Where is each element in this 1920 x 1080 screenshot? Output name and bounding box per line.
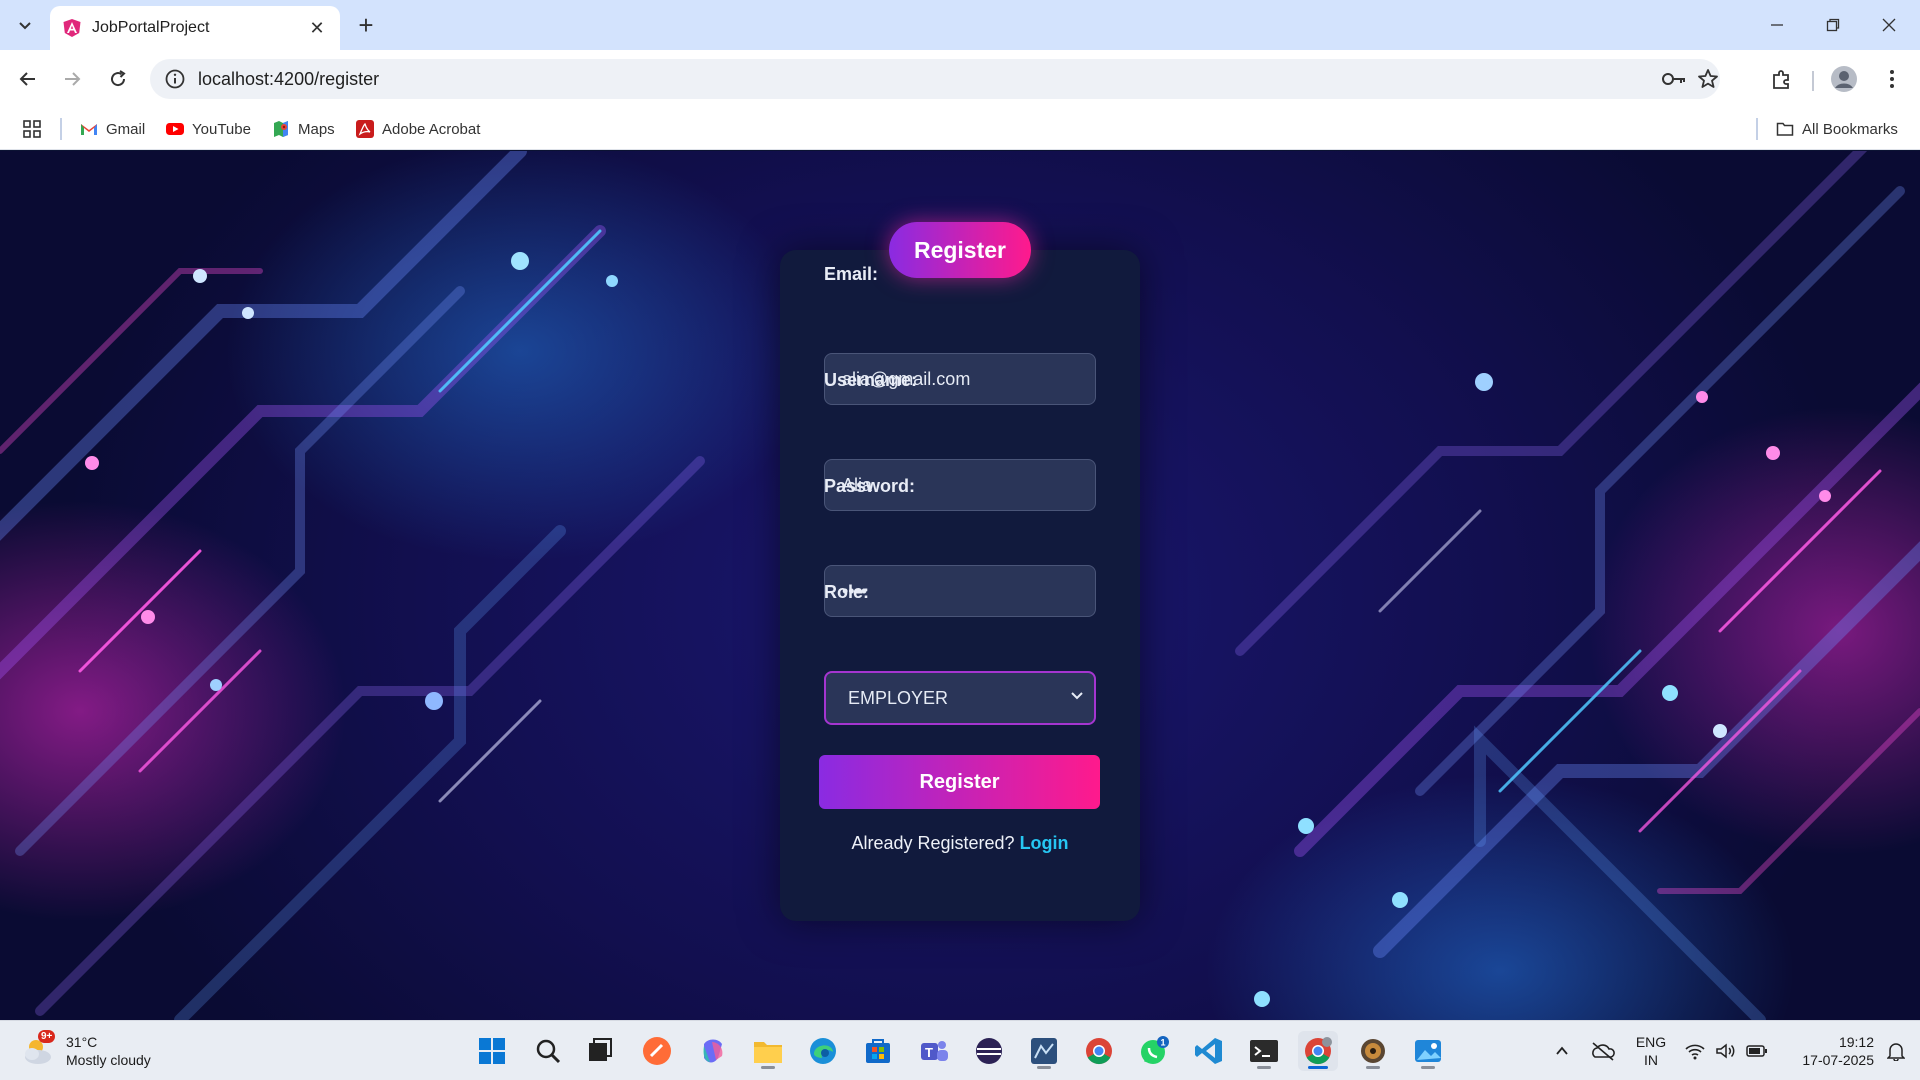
cloudy-weather-icon: 9+ [20, 1030, 56, 1069]
running-indicator [1257, 1066, 1271, 1069]
all-bookmarks-label: All Bookmarks [1802, 120, 1898, 138]
tab-close-icon[interactable]: ✕ [306, 17, 328, 39]
weather-widget[interactable]: 9+ 31°C Mostly cloudy [20, 1029, 180, 1073]
password-key-icon[interactable] [1656, 59, 1692, 99]
bookmark-label: YouTube [192, 120, 251, 138]
bookmark-star-icon[interactable] [1690, 59, 1726, 99]
tab-title: JobPortalProject [92, 19, 210, 36]
new-tab-plus-icon[interactable]: + [352, 10, 380, 40]
teams-icon[interactable]: T [914, 1031, 954, 1071]
youtube-icon [166, 123, 184, 135]
onedrive-offline-icon[interactable] [1588, 1039, 1618, 1063]
chrome-icon[interactable] [1079, 1031, 1119, 1071]
volume-icon[interactable] [1714, 1039, 1738, 1063]
chrome-active-icon[interactable] [1298, 1031, 1338, 1071]
terminal-icon[interactable] [1244, 1031, 1284, 1071]
bookmark-label: Gmail [106, 120, 146, 138]
bookmark-label: Maps [298, 120, 335, 138]
all-bookmarks[interactable]: All Bookmarks [1776, 116, 1898, 142]
close-window-icon[interactable] [1866, 8, 1912, 42]
bookmark-adobe-acrobat[interactable]: Adobe Acrobat [356, 116, 480, 142]
bookmarks-divider [60, 118, 62, 140]
task-view-icon[interactable] [580, 1031, 620, 1071]
windows-taskbar: 9+ 31°C Mostly cloudy T 1 ENG IN 19:12 1… [0, 1020, 1920, 1080]
running-indicator [1037, 1066, 1051, 1069]
temperature: 31°C [66, 1034, 98, 1050]
bookmarks-bar: Gmail YouTube Maps Adobe Acrobat All Boo… [0, 108, 1920, 150]
running-indicator [1421, 1066, 1435, 1069]
back-arrow-icon[interactable] [12, 63, 44, 95]
email-label: Email: [824, 264, 879, 284]
date-text: 17-07-2025 [1802, 1052, 1874, 1068]
language-code: ENG [1635, 1034, 1667, 1050]
region-code: IN [1644, 1052, 1658, 1068]
already-registered-text: Already Registered? Login [780, 833, 1140, 854]
password-label: Password: [824, 476, 916, 496]
bookmarks-divider-right [1756, 118, 1758, 140]
adobe-acrobat-icon [356, 120, 374, 138]
gmail-icon [81, 124, 97, 135]
site-info-icon[interactable] [164, 68, 186, 90]
profile-avatar[interactable] [1828, 63, 1860, 95]
microsoft-store-icon[interactable] [858, 1031, 898, 1071]
mysql-workbench-icon[interactable] [1024, 1031, 1064, 1071]
bookmark-gmail[interactable]: Gmail [80, 116, 145, 142]
apps-grid-icon[interactable] [22, 116, 42, 142]
vscode-icon[interactable] [1189, 1031, 1229, 1071]
toolbar-divider [1812, 71, 1814, 91]
notification-bell-icon[interactable] [1884, 1039, 1908, 1063]
browser-menu-kebab-icon[interactable] [1876, 63, 1908, 95]
time-text: 19:12 [1838, 1034, 1874, 1050]
svg-text:T: T [925, 1045, 933, 1060]
bookmark-maps[interactable]: Maps [272, 116, 335, 142]
bookmark-youtube[interactable]: YouTube [166, 116, 251, 142]
url-text: localhost:4200/register [198, 68, 380, 89]
restore-icon[interactable] [1810, 8, 1856, 42]
tab-search-chevron-icon[interactable] [12, 12, 38, 38]
role-select[interactable]: EMPLOYER [824, 671, 1096, 725]
show-hidden-icons-chevron-icon[interactable] [1550, 1039, 1574, 1063]
running-indicator [761, 1066, 775, 1069]
chevron-down-icon [1071, 692, 1083, 700]
folder-icon [1776, 122, 1794, 136]
register-page: Register Email: Username: Password: Role… [0, 151, 1920, 1020]
address-bar[interactable]: localhost:4200/register [150, 59, 1720, 99]
active-indicator [1308, 1066, 1328, 1069]
file-explorer-icon[interactable] [748, 1031, 788, 1071]
minimize-icon[interactable] [1754, 8, 1800, 42]
browser-tab[interactable]: JobPortalProject ✕ [50, 6, 340, 50]
extensions-puzzle-icon[interactable] [1766, 63, 1798, 95]
browser-tab-bar: JobPortalProject ✕ + [0, 0, 1920, 50]
running-indicator [1366, 1066, 1380, 1069]
eclipse-icon[interactable] [969, 1031, 1009, 1071]
forward-arrow-icon[interactable] [56, 63, 88, 95]
role-selected-value: EMPLOYER [848, 687, 949, 708]
role-label: Role: [824, 582, 869, 602]
game-app-icon[interactable] [1353, 1031, 1393, 1071]
login-link[interactable]: Login [1020, 833, 1069, 853]
windows-start-icon[interactable] [472, 1031, 512, 1071]
angular-logo-icon [63, 19, 81, 37]
copilot-icon[interactable] [693, 1031, 733, 1071]
register-title-badge: Register [889, 222, 1031, 278]
maps-icon [274, 121, 288, 137]
photos-app-icon[interactable] [1408, 1031, 1448, 1071]
wifi-icon[interactable] [1683, 1039, 1707, 1063]
clock[interactable]: 19:12 17-07-2025 [1782, 1033, 1874, 1069]
reload-icon[interactable] [102, 63, 134, 95]
battery-icon[interactable] [1745, 1039, 1769, 1063]
bookmark-label: Adobe Acrobat [382, 120, 481, 138]
already-registered-label: Already Registered? [851, 833, 1015, 853]
language-indicator[interactable]: ENG IN [1633, 1033, 1669, 1069]
edge-icon[interactable] [803, 1031, 843, 1071]
register-button[interactable]: Register [819, 755, 1100, 809]
weather-description: Mostly cloudy [66, 1052, 151, 1068]
browser-toolbar: localhost:4200/register [0, 50, 1920, 108]
search-icon[interactable] [528, 1031, 568, 1071]
username-label: Username: [824, 370, 918, 390]
whatsapp-icon[interactable]: 1 [1134, 1031, 1174, 1071]
postman-icon[interactable] [637, 1031, 677, 1071]
weather-badge: 9+ [38, 1030, 56, 1043]
whatsapp-badge: 1 [1161, 1038, 1166, 1048]
